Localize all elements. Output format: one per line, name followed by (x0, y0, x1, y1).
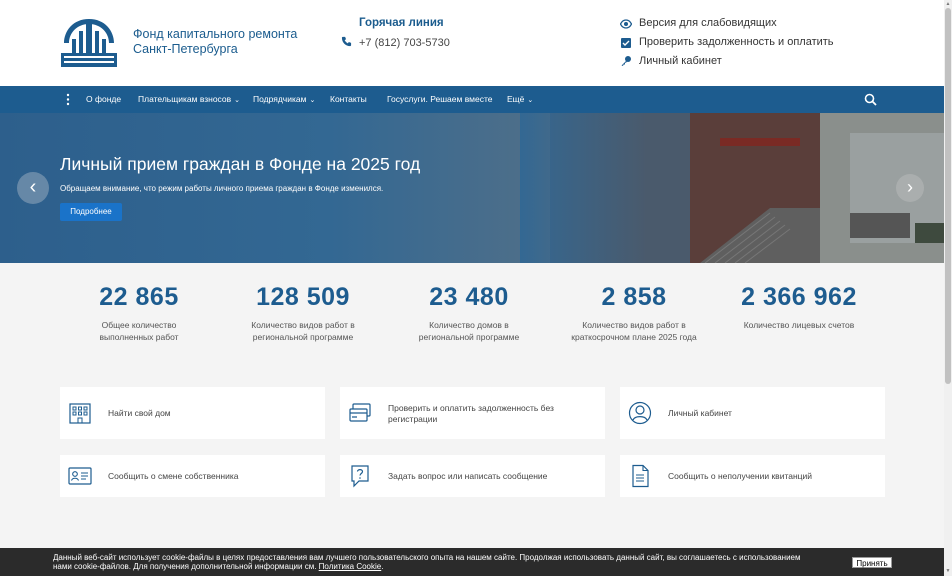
hotline-title: Горячая линия (359, 17, 444, 29)
stat-label: Количество лицевых счетов (743, 320, 855, 330)
cookie-text: Данный веб-сайт использует cookie-файлы … (53, 553, 813, 571)
stat-label: Общее количество выполненных работ (99, 320, 179, 342)
nav-item-gosuslugi[interactable]: Госуслуги. Решаем вместе (387, 94, 492, 104)
checkbox-icon (621, 38, 631, 48)
hotline-phone[interactable]: +7 (812) 703-5730 (359, 37, 450, 49)
stat-value: 22 865 (99, 283, 179, 311)
hero-slider: Личный прием граждан в Фонде на 2025 год… (0, 113, 944, 263)
cookie-period: . (381, 562, 384, 571)
scroll-up-arrow-icon[interactable]: ▲ (945, 1, 951, 7)
building-icon (69, 403, 91, 424)
slider-prev-button[interactable]: ‹ (17, 172, 49, 204)
card-find-house[interactable]: Найти свой дом (60, 387, 325, 439)
document-icon (632, 464, 649, 488)
cookie-accept-button[interactable]: Принять (852, 557, 892, 568)
hero-title: Личный прием граждан в Фонде на 2025 год (60, 154, 421, 174)
stat-value: 128 509 (256, 283, 350, 311)
hero-building-image (520, 113, 944, 263)
scroll-down-arrow-icon[interactable]: ▼ (945, 568, 951, 574)
card-owner-change[interactable]: Сообщить о смене собственника (60, 455, 325, 497)
stat-houses-regional: 23 480 Количество домов в региональной п… (384, 283, 554, 343)
card-no-receipt[interactable]: Сообщить о неполучении квитанций (620, 455, 885, 497)
stat-value: 2 366 962 (741, 283, 857, 311)
stat-works-regional: 128 509 Количество видов работ в региона… (218, 283, 388, 343)
cookie-banner: Данный веб-сайт использует cookie-файлы … (0, 548, 944, 576)
card-label: Сообщить о неполучении квитанций (668, 471, 813, 481)
chevron-down-icon: ⌄ (234, 97, 241, 104)
slider-next-button[interactable]: › (896, 174, 924, 202)
key-icon (621, 56, 631, 66)
nav-item-about[interactable]: О фонде (86, 94, 121, 104)
cookie-message: Данный веб-сайт использует cookie-файлы … (53, 553, 801, 571)
hero-subtitle: Обращаем внимание, что режим работы личн… (60, 184, 384, 193)
phone-icon (341, 36, 352, 47)
nav-item-label: Контакты (330, 94, 367, 104)
fund-logo-icon[interactable] (59, 17, 119, 69)
eye-icon (620, 19, 632, 29)
question-chat-icon (351, 465, 369, 488)
nav-item-label: Подрядчикам (253, 94, 307, 104)
cookie-policy-link[interactable]: Политика Cookie (319, 562, 382, 571)
nav-item-label: О фонде (86, 94, 122, 104)
nav-item-more[interactable]: Ещё ⌄ (507, 94, 533, 104)
card-label: Сообщить о смене собственника (108, 471, 239, 481)
card-personal-account[interactable]: Личный кабинет (620, 387, 885, 439)
stat-works-shortterm: 2 858 Количество видов работ в краткосро… (549, 283, 719, 343)
card-label: Проверить и оплатить задолженность без р… (388, 403, 554, 424)
search-icon[interactable] (864, 93, 877, 106)
chevron-down-icon: ⌄ (309, 97, 316, 104)
card-label: Найти свой дом (108, 408, 171, 418)
org-name-line2: Санкт-Петербурга (133, 42, 238, 56)
page-scrollbar-thumb[interactable] (945, 8, 951, 384)
stat-accounts: 2 366 962 Количество лицевых счетов (714, 283, 884, 331)
more-vertical-icon[interactable] (66, 93, 70, 106)
chevron-down-icon: ⌄ (527, 97, 534, 104)
nav-item-contacts[interactable]: Контакты (330, 94, 367, 104)
user-icon (628, 401, 652, 425)
check-debt-link[interactable]: Проверить задолженность и оплатить (639, 36, 834, 48)
payment-card-icon (349, 403, 371, 422)
card-label: Личный кабинет (668, 408, 732, 418)
stat-value: 23 480 (429, 283, 509, 311)
nav-item-label: Ещё (507, 94, 525, 104)
stat-label: Количество домов в региональной программ… (418, 320, 520, 342)
nav-item-payers[interactable]: Плательщикам взносов ⌄ (138, 94, 240, 104)
low-vision-link[interactable]: Версия для слабовидящих (639, 17, 777, 29)
nav-item-label: Госуслуги. Решаем вместе (387, 94, 493, 104)
hero-more-button[interactable]: Подробнее (60, 203, 122, 221)
card-label: Задать вопрос или написать сообщение (388, 471, 548, 481)
stat-value: 2 858 (601, 283, 667, 311)
nav-item-label: Плательщикам взносов (138, 94, 232, 104)
nav-item-contractors[interactable]: Подрядчикам ⌄ (253, 94, 315, 104)
main-nav: О фонде Плательщикам взносов ⌄ Подрядчика… (0, 86, 944, 113)
personal-account-link[interactable]: Личный кабинет (639, 55, 722, 67)
stat-works-total: 22 865 Общее количество выполненных рабо… (54, 283, 224, 343)
org-name[interactable]: Фонд капитального ремонта Санкт-Петербур… (133, 27, 297, 57)
stat-label: Количество видов работ в региональной пр… (251, 320, 355, 342)
org-name-line1: Фонд капитального ремонта (133, 27, 298, 41)
card-check-debt[interactable]: Проверить и оплатить задолженность без р… (340, 387, 605, 439)
card-ask-question[interactable]: Задать вопрос или написать сообщение (340, 455, 605, 497)
site-header: Фонд капитального ремонта Санкт-Петербур… (0, 0, 944, 86)
stat-label: Количество видов работ в краткосрочном п… (571, 320, 697, 342)
id-card-icon (68, 467, 92, 485)
